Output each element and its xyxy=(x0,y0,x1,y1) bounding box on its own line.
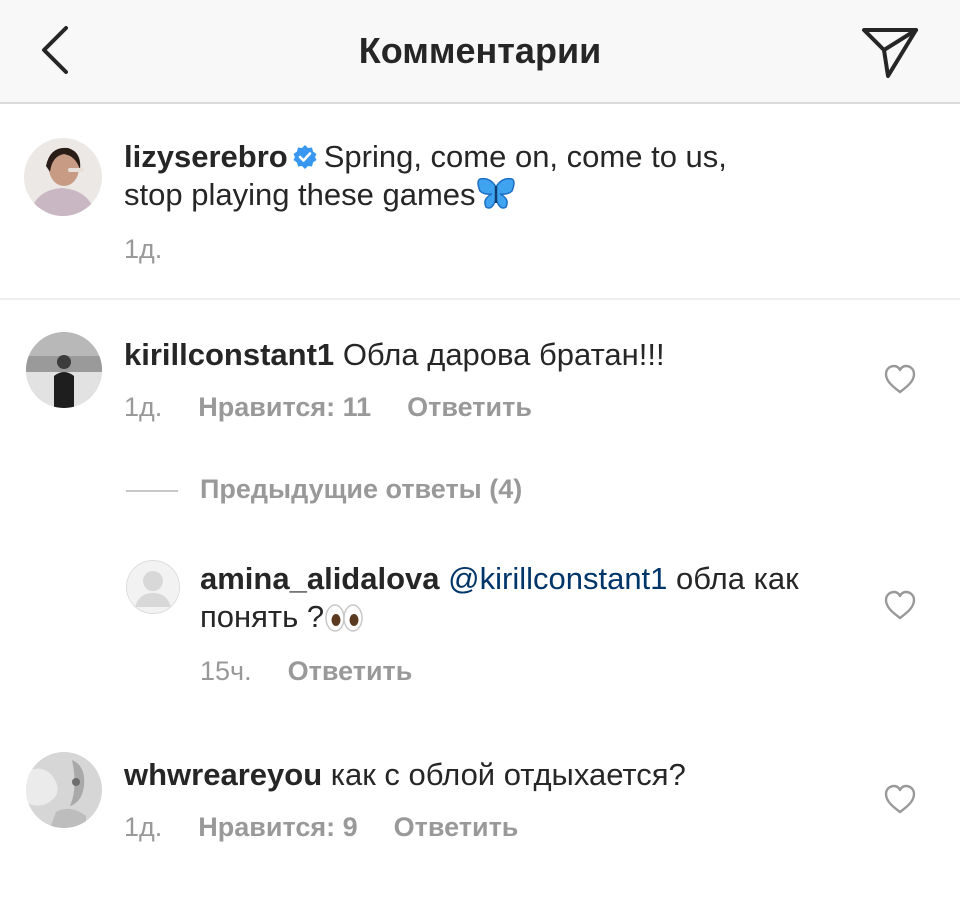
heart-icon xyxy=(884,784,916,814)
reply-username[interactable]: amina_alidalova xyxy=(200,561,440,596)
avatar[interactable] xyxy=(126,560,180,614)
heart-icon xyxy=(884,364,916,394)
caption-meta: 1д. xyxy=(124,234,198,265)
reply-button[interactable]: Ответить xyxy=(407,392,532,422)
page-title: Комментарии xyxy=(358,30,602,71)
caption-line-1: Spring, come on, come to us, xyxy=(323,139,727,174)
paper-plane-icon xyxy=(862,28,918,78)
reply-time: 15ч. xyxy=(200,656,252,686)
likes-count[interactable]: Нравится: 11 xyxy=(198,392,371,422)
comment-text: whwreareyou как с облой отдыхается? xyxy=(124,756,864,794)
comment-meta: 1д. Нравится: 11 Ответить xyxy=(124,392,568,423)
reply-button[interactable]: Ответить xyxy=(288,656,413,686)
comment-meta: 1д. Нравится: 9 Ответить xyxy=(124,812,554,843)
previous-replies-label: Предыдущие ответы (4) xyxy=(200,474,523,504)
avatar[interactable] xyxy=(26,752,102,828)
verified-badge-icon xyxy=(292,144,318,170)
likes-count[interactable]: Нравится: 9 xyxy=(198,812,357,842)
like-button[interactable] xyxy=(884,364,916,394)
comment-time: 1д. xyxy=(124,812,163,842)
post-caption: lizyserebro Spring, come on, come to us, … xyxy=(0,104,960,300)
heart-icon xyxy=(884,590,916,620)
like-button[interactable] xyxy=(884,590,916,620)
reply-text: amina_alidalova @kirillconstant1 обла ка… xyxy=(200,560,860,636)
reply-line-1: обла как xyxy=(676,561,799,596)
comment-username[interactable]: whwreareyou xyxy=(124,757,322,792)
comment-text: kirillconstant1 Обла дарова братан!!! xyxy=(124,336,864,374)
share-button[interactable] xyxy=(860,22,920,80)
reply-button[interactable]: Ответить xyxy=(394,812,519,842)
view-previous-replies[interactable]: Предыдущие ответы (4) xyxy=(126,474,522,510)
mention-link[interactable]: @kirillconstant1 xyxy=(448,561,667,596)
caption-username[interactable]: lizyserebro xyxy=(124,139,288,174)
top-bar: Комментарии xyxy=(0,0,960,104)
avatar[interactable] xyxy=(24,138,102,216)
reply-meta: 15ч. Ответить xyxy=(200,656,448,687)
eyes-emoji-icon xyxy=(324,603,364,633)
caption-line-2: stop playing these games xyxy=(124,177,476,212)
caption-text: lizyserebro Spring, come on, come to us, … xyxy=(124,138,904,214)
caption-time: 1д. xyxy=(124,234,163,264)
butterfly-emoji-icon xyxy=(476,177,516,211)
comment-body: как с облой отдыхается? xyxy=(330,757,686,792)
comment-username[interactable]: kirillconstant1 xyxy=(124,337,334,372)
reply-line-2: понять ? xyxy=(200,599,325,634)
like-button[interactable] xyxy=(884,784,916,814)
divider xyxy=(126,489,178,492)
comment-body: Обла дарова братан!!! xyxy=(342,337,665,372)
comment-time: 1д. xyxy=(124,392,163,422)
avatar[interactable] xyxy=(26,332,102,408)
